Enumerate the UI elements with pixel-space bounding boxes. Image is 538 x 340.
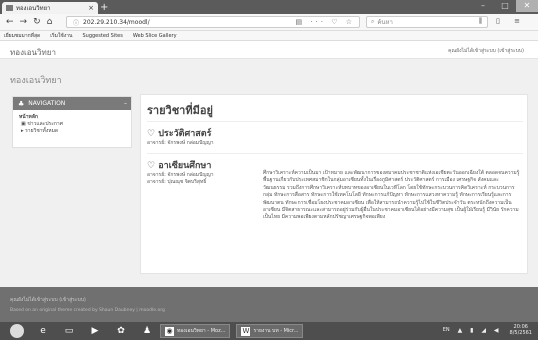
window-close-icon[interactable]: ✕ bbox=[516, 0, 538, 12]
page-favicon-icon bbox=[6, 5, 13, 11]
course-summary: ศึกษาวิเคราะห์ความเป็นมา เป้าหมาย และพัฒ… bbox=[263, 170, 520, 221]
navigation-header[interactable]: ♣ NAVIGATION – bbox=[13, 97, 131, 110]
search-icon: ⌕ bbox=[371, 18, 375, 25]
nav-item-home[interactable]: หน้าหลัก bbox=[13, 114, 131, 121]
start-button[interactable] bbox=[10, 324, 24, 338]
new-tab-button[interactable]: + bbox=[100, 2, 108, 13]
page-content: ทองเอนวิทยา ♣ NAVIGATION – หน้าหลัก ▣ ข่… bbox=[0, 59, 538, 287]
nav-item-courses[interactable]: ▸ รายวิชาทั้งหมด bbox=[13, 128, 131, 135]
browser-toolbar: ← → ↻ ⌂ ⓘ 202.29.210.34/moodl/ ▤ ··· ♡ ☆… bbox=[0, 14, 538, 31]
folder-icon[interactable]: ▭ bbox=[62, 325, 76, 337]
back-icon[interactable]: ← bbox=[6, 17, 14, 27]
media-icon[interactable]: ▶ bbox=[88, 325, 102, 337]
footer-login-info[interactable]: คุณยังไม่ได้เข้าสู่ระบบ (เข้าสู่ระบบ) bbox=[10, 296, 86, 304]
bookmark-item[interactable]: Web Slice Gallery bbox=[133, 33, 177, 39]
reload-icon[interactable]: ↻ bbox=[33, 17, 41, 27]
bookmarks-bar: เยี่ยมชมมากที่สุด เริ่มใช้งาน Suggested … bbox=[0, 31, 538, 41]
taskbar-firefox[interactable]: ◉ ทองเอนวิทยา - Moz... bbox=[160, 324, 231, 338]
info-icon[interactable]: ⓘ bbox=[73, 18, 79, 27]
nav-item-news[interactable]: ▣ ข่าวและประกาศ bbox=[13, 121, 131, 128]
bookmark-item[interactable]: เริ่มใช้งาน bbox=[50, 32, 72, 40]
course-teacher[interactable]: อาจารย์: จักรพงษ์ กล่อมปัญญา bbox=[147, 140, 523, 147]
address-bar[interactable]: ⓘ 202.29.210.34/moodl/ ▤ ··· ♡ ☆ bbox=[66, 16, 360, 28]
firefox-icon: ◉ bbox=[165, 326, 174, 336]
language-indicator[interactable]: EN bbox=[443, 327, 450, 333]
site-name-link[interactable]: ทองเอนวิทยา bbox=[10, 46, 56, 59]
sitemap-icon: ♣ bbox=[18, 99, 25, 108]
bookmark-item[interactable]: Suggested Sites bbox=[82, 33, 122, 39]
search-input[interactable]: ⌕ ค้นหา bbox=[366, 16, 488, 28]
forward-icon[interactable]: → bbox=[20, 17, 28, 27]
page-footer: คุณยังไม่ได้เข้าสู่ระบบ (เข้าสู่ระบบ) Ba… bbox=[0, 287, 538, 322]
tab-title: ทองเอนวิทยา bbox=[16, 5, 51, 12]
app-icon[interactable]: ✿ bbox=[114, 325, 128, 337]
user-icon[interactable]: ♟ bbox=[140, 325, 154, 337]
taskbar: e ▭ ▶ ✿ ♟ ◉ ทองเอนวิทยา - Moz... W รายงา… bbox=[0, 322, 538, 340]
tray-icons[interactable]: ▲ ▮ ◢ ◀ bbox=[458, 327, 502, 334]
course-icon: ♡ bbox=[147, 161, 159, 171]
page-title: ทองเอนวิทยา bbox=[10, 76, 62, 86]
page-actions-icon[interactable]: ▤ ··· ♡ ☆ bbox=[295, 18, 355, 26]
bookmark-item[interactable]: เยี่ยมชมมากที่สุด bbox=[4, 32, 40, 40]
system-tray: EN ▲ ▮ ◢ ◀ 20:06 8/5/2561 bbox=[443, 324, 532, 336]
url-text: 202.29.210.34/moodl/ bbox=[83, 18, 150, 26]
browser-tab[interactable]: ทองเอนวิทยา × bbox=[2, 2, 98, 14]
course-name-link[interactable]: ♡ ประวัติศาสตร์ bbox=[147, 126, 523, 140]
library-icon[interactable]: ⫼ ▯ ≡ bbox=[479, 17, 526, 26]
ie-icon[interactable]: e bbox=[36, 325, 50, 337]
maximize-icon[interactable]: □ bbox=[494, 0, 516, 12]
home-icon[interactable]: ⌂ bbox=[47, 17, 53, 27]
login-info[interactable]: คุณยังไม่ได้เข้าสู่ระบบ (เข้าสู่ระบบ) bbox=[448, 47, 524, 55]
course-item: ♡ ประวัติศาสตร์ อาจารย์: จักรพงษ์ กล่อมป… bbox=[147, 121, 523, 151]
clock[interactable]: 20:06 8/5/2561 bbox=[510, 324, 532, 336]
footer-theme-credit: Based on an original theme created by Sh… bbox=[10, 308, 165, 313]
taskbar-word[interactable]: W รายงาน บท - Micr... bbox=[236, 324, 304, 338]
minimize-icon[interactable]: – bbox=[472, 0, 494, 12]
navigation-title: NAVIGATION bbox=[28, 100, 66, 107]
tab-close-icon[interactable]: × bbox=[88, 4, 94, 12]
search-placeholder: ค้นหา bbox=[377, 19, 393, 26]
collapse-icon[interactable]: – bbox=[124, 100, 127, 107]
course-item: ♡ อาเซียนศึกษา อาจารย์: จักรพงษ์ กล่อมปั… bbox=[147, 153, 523, 273]
word-icon: W bbox=[241, 326, 251, 336]
window-controls: – □ ✕ bbox=[472, 0, 538, 12]
navigation-block: ♣ NAVIGATION – หน้าหลัก ▣ ข่าวและประกาศ … bbox=[12, 96, 132, 148]
browser-tab-bar: ทองเอนวิทยา × + – □ ✕ bbox=[0, 0, 538, 14]
course-list: รายวิชาที่มีอยู่ ♡ ประวัติศาสตร์ อาจารย์… bbox=[140, 94, 528, 274]
site-header: ทองเอนวิทยา คุณยังไม่ได้เข้าสู่ระบบ (เข้… bbox=[0, 41, 538, 59]
course-icon: ♡ bbox=[147, 129, 159, 139]
course-list-title: รายวิชาที่มีอยู่ bbox=[147, 104, 213, 117]
